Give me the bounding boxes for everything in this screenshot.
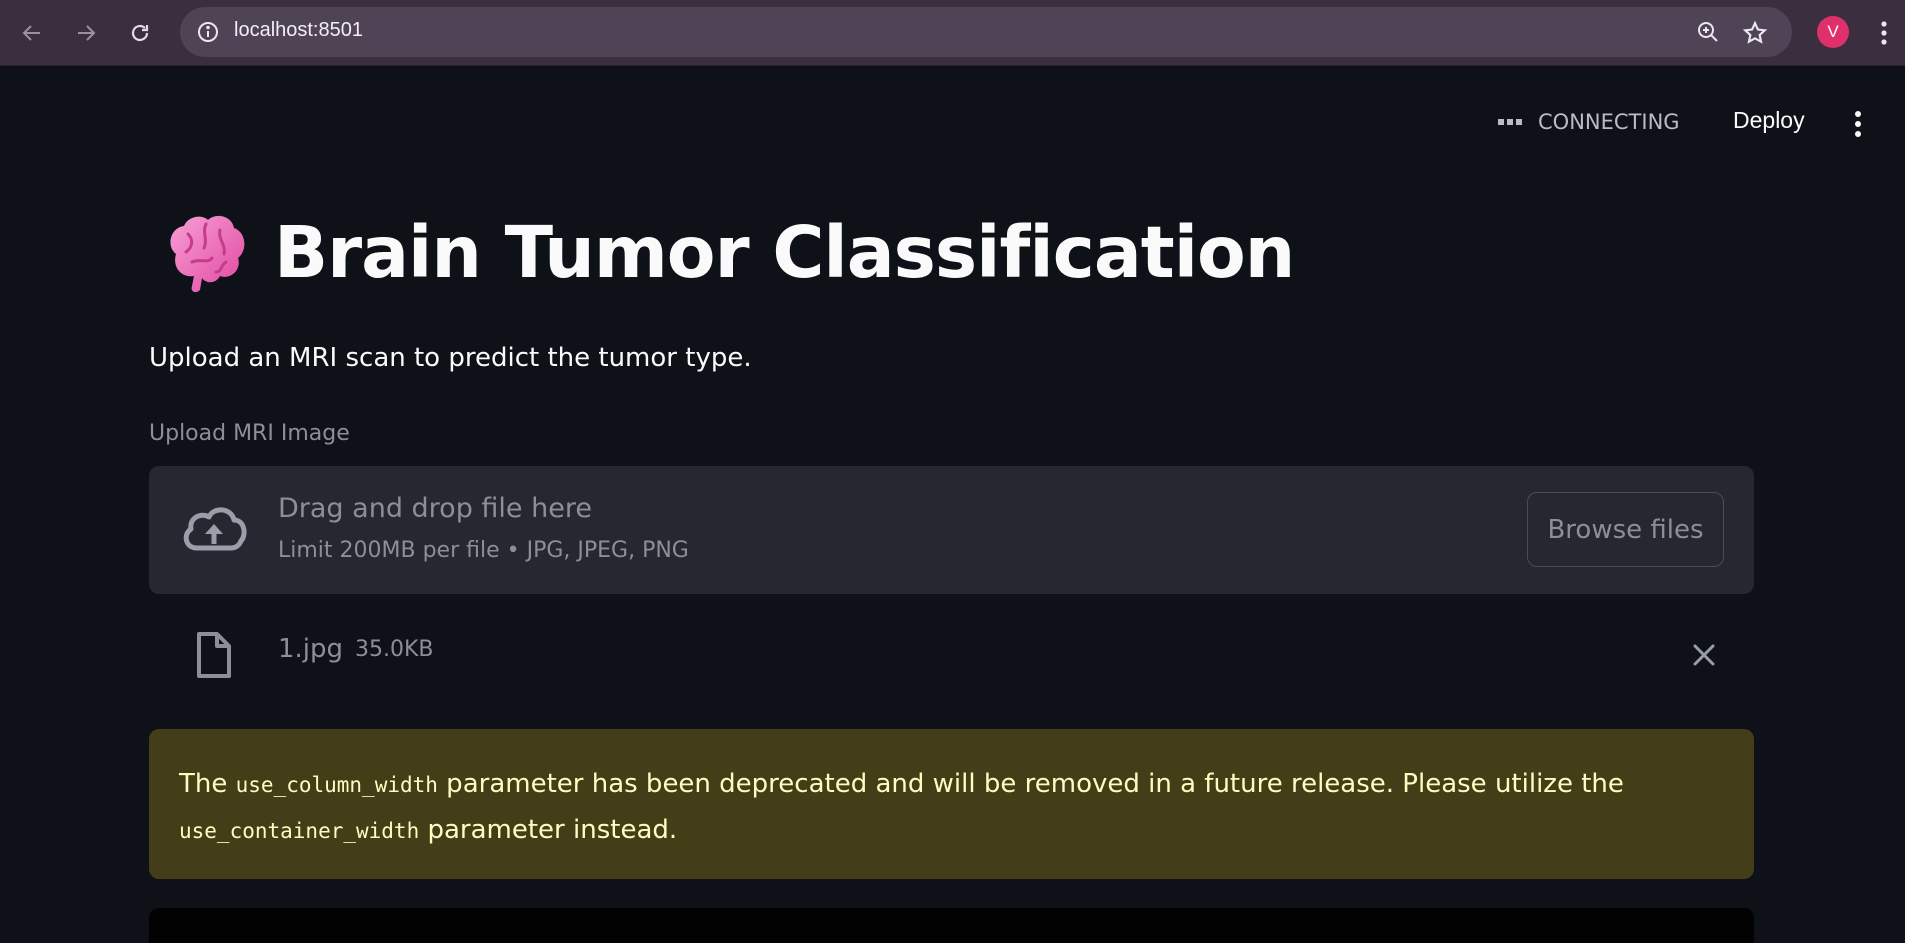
warning-text-2: parameter has been deprecated and will b… [437,769,1624,799]
remove-file-icon[interactable] [1689,640,1719,670]
url-text[interactable]: localhost:8501 [234,19,363,42]
warning-text-1: The [179,769,236,799]
uploaded-file-item: 1.jpg 35.0KB [149,620,1754,690]
forward-icon[interactable] [66,13,106,53]
browser-toolbar: localhost:8501 V [0,0,1905,66]
warning-text-3: parameter instead. [419,815,678,845]
browse-files-button[interactable]: Browse files [1527,492,1724,567]
title-row: Brain Tumor Classification [162,210,1295,294]
page-title: Brain Tumor Classification [274,210,1295,294]
cloud-upload-icon [179,500,249,558]
brain-icon [162,210,250,294]
connection-status: CONNECTING [1498,110,1680,134]
warning-code-1: use_column_width [235,773,438,797]
deprecation-warning: The use_column_width parameter has been … [149,729,1754,879]
bookmark-star-icon[interactable] [1742,20,1768,46]
file-dropzone[interactable]: Drag and drop file here Limit 200MB per … [149,466,1754,594]
zoom-icon[interactable] [1696,20,1720,44]
file-name: 1.jpg [278,634,344,664]
dropzone-instructions: Drag and drop file here [278,493,592,524]
profile-avatar[interactable]: V [1817,16,1849,48]
status-text: CONNECTING [1538,110,1680,134]
file-size: 35.0KB [355,637,434,662]
back-icon[interactable] [12,13,52,53]
browser-menu-icon[interactable] [1872,15,1896,51]
app-menu-icon[interactable] [1848,108,1868,140]
page-subtitle: Upload an MRI scan to predict the tumor … [149,343,752,373]
address-bar[interactable]: localhost:8501 [180,7,1792,57]
reload-icon[interactable] [120,13,160,53]
uploader-label: Upload MRI Image [149,421,350,446]
deploy-button[interactable]: Deploy [1733,107,1805,134]
warning-code-2: use_container_width [179,819,420,843]
status-dots-icon [1498,119,1522,125]
uploaded-image-preview [149,908,1754,943]
file-icon [191,630,235,680]
site-info-icon[interactable] [196,20,220,44]
dropzone-limit-text: Limit 200MB per file • JPG, JPEG, PNG [278,538,689,563]
